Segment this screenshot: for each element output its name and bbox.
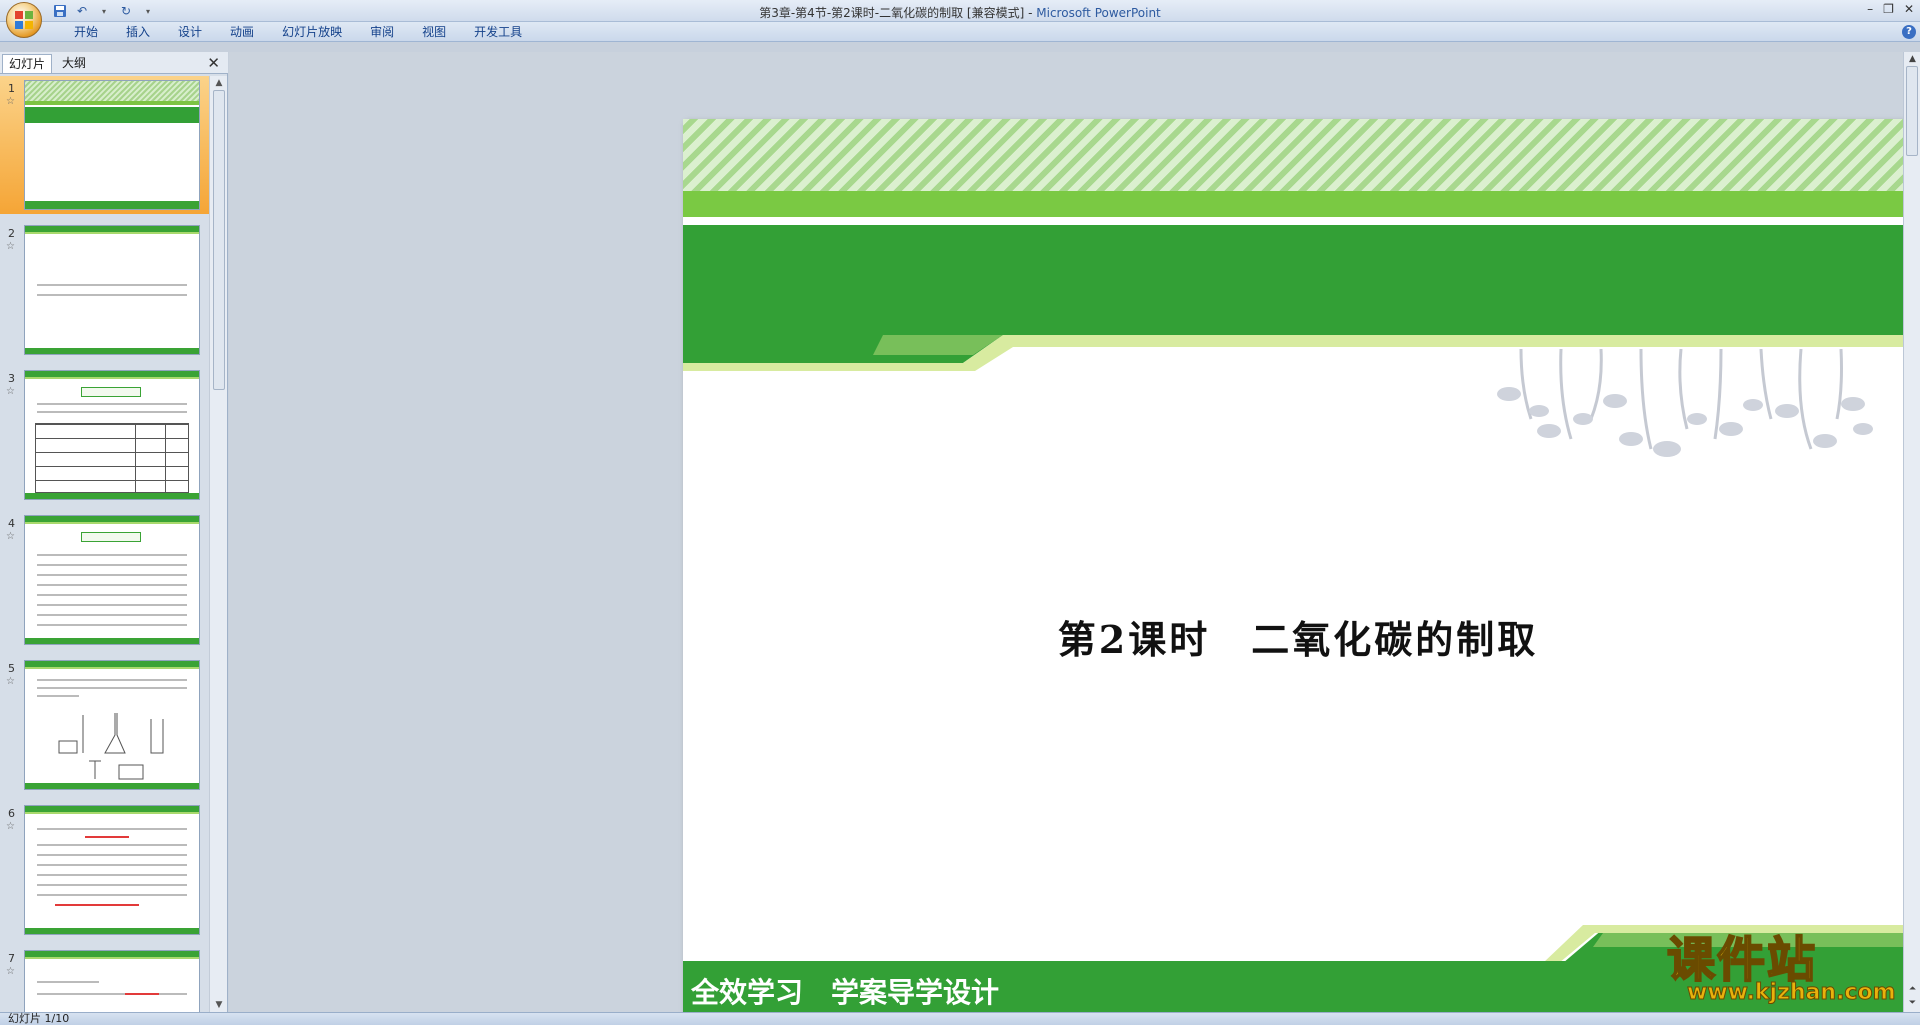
thumbnail-image xyxy=(24,805,200,935)
slide-thumbnail-7[interactable]: 7 ☆ xyxy=(0,946,210,1012)
slide-canvas: 第2课时 二氧化碳的制取 全效学习 学案导学设计 xyxy=(229,52,1913,1025)
ribbon: 开始 插入 设计 动画 幻灯片放映 审阅 视图 开发工具 ? xyxy=(0,22,1920,42)
slide-thumbnail-5[interactable]: 5 ☆ xyxy=(0,656,210,794)
slide-thumbnail-6[interactable]: 6 ☆ xyxy=(0,801,210,939)
status-bar: 幻灯片 1/10 xyxy=(0,1012,1920,1025)
ribbon-tabs: 开始 插入 设计 动画 幻灯片放映 审阅 视图 开发工具 xyxy=(60,24,536,40)
thumbnail-image xyxy=(24,370,200,500)
animation-star-icon: ☆ xyxy=(6,531,15,542)
close-icon[interactable]: ✕ xyxy=(207,54,220,72)
next-slide-icon[interactable]: ⏷ xyxy=(1904,998,1920,1008)
pane-tabs: 幻灯片 大纲 ✕ xyxy=(0,52,228,74)
close-icon[interactable]: ✕ xyxy=(1904,2,1914,16)
slide-number: 4 xyxy=(8,517,15,530)
thumbnail-list: 1 ☆ 2 ☆ 3 ☆ 4 ☆ 5 ☆ 6 ☆ 7 ☆ xyxy=(0,76,210,1012)
slide-number: 5 xyxy=(8,662,15,675)
watermark-logo: 课件站 www.kjzhan.com xyxy=(1666,920,1902,1010)
document-title: 第3章-第4节-第2课时-二氧化碳的制取 [兼容模式] xyxy=(759,6,1025,20)
slides-pane: 幻灯片 大纲 ✕ 1 ☆ 2 ☆ 3 ☆ 4 ☆ 5 ☆ 6 ☆ 7 ☆ ▲ ▼ xyxy=(0,52,228,1012)
previous-slide-icon[interactable]: ⏶ xyxy=(1904,984,1920,994)
tab-view[interactable]: 视图 xyxy=(408,24,460,40)
slide-number: 7 xyxy=(8,952,15,965)
title-bar: ↶ ▾ ↻ ▾ 第3章-第4节-第2课时-二氧化碳的制取 [兼容模式] - Mi… xyxy=(0,0,1920,22)
tab-developer[interactable]: 开发工具 xyxy=(460,24,536,40)
slide-number: 6 xyxy=(8,807,15,820)
animation-star-icon: ☆ xyxy=(6,96,15,107)
tab-slide-show[interactable]: 幻灯片放映 xyxy=(268,24,356,40)
slide-scrollbar[interactable]: ▲ ⏶ ⏷ xyxy=(1903,52,1920,1012)
current-slide[interactable]: 第2课时 二氧化碳的制取 全效学习 学案导学设计 xyxy=(683,119,1913,1025)
animation-star-icon: ☆ xyxy=(6,386,15,397)
slide-thumbnail-3[interactable]: 3 ☆ xyxy=(0,366,210,504)
app-name: Microsoft PowerPoint xyxy=(1036,6,1161,20)
scroll-thumb[interactable] xyxy=(213,90,225,390)
header-hatch-decoration xyxy=(683,119,1913,191)
window-controls: – ❐ ✕ xyxy=(1867,2,1914,16)
scroll-thumb[interactable] xyxy=(1906,66,1918,156)
animation-star-icon: ☆ xyxy=(6,676,15,687)
restore-icon[interactable]: ❐ xyxy=(1883,2,1894,16)
header-light-band xyxy=(683,191,1913,221)
minimize-icon[interactable]: – xyxy=(1867,2,1873,16)
slide-number: 2 xyxy=(8,227,15,240)
slide-thumbnail-2[interactable]: 2 ☆ xyxy=(0,221,210,359)
thumbnail-image xyxy=(24,225,200,355)
scroll-down-icon[interactable]: ▼ xyxy=(210,1000,228,1010)
help-icon[interactable]: ? xyxy=(1902,25,1916,39)
slide-number: 1 xyxy=(8,82,15,95)
animation-star-icon: ☆ xyxy=(6,821,15,832)
vine-decoration xyxy=(1497,349,1873,457)
scroll-up-icon[interactable]: ▲ xyxy=(1904,54,1920,64)
tab-design[interactable]: 设计 xyxy=(164,24,216,40)
slide-thumbnail-4[interactable]: 4 ☆ xyxy=(0,511,210,649)
thumbnail-image xyxy=(24,950,200,1012)
tab-insert[interactable]: 插入 xyxy=(112,24,164,40)
animation-star-icon: ☆ xyxy=(6,241,15,252)
watermark-url: www.kjzhan.com xyxy=(1687,980,1897,1006)
window-title: 第3章-第4节-第2课时-二氧化碳的制取 [兼容模式] - Microsoft … xyxy=(0,4,1920,21)
title-separator: - xyxy=(1024,6,1037,20)
office-logo-icon xyxy=(15,11,33,29)
slide-number: 3 xyxy=(8,372,15,385)
slide-footer-text[interactable]: 全效学习 学案导学设计 xyxy=(691,971,999,1011)
animation-star-icon: ☆ xyxy=(6,966,15,977)
tab-animations[interactable]: 动画 xyxy=(216,24,268,40)
tab-slides[interactable]: 幻灯片 xyxy=(2,54,53,73)
slide-title[interactable]: 第2课时 二氧化碳的制取 xyxy=(683,609,1913,664)
thumbnail-image xyxy=(24,80,200,210)
tab-review[interactable]: 审阅 xyxy=(356,24,408,40)
tab-outline[interactable]: 大纲 xyxy=(56,54,92,73)
scroll-up-icon[interactable]: ▲ xyxy=(210,78,228,88)
tab-home[interactable]: 开始 xyxy=(60,24,112,40)
slide-counter: 幻灯片 1/10 xyxy=(8,1012,70,1025)
thumbnail-image xyxy=(24,515,200,645)
office-button[interactable] xyxy=(6,2,42,38)
slide-thumbnail-1[interactable]: 1 ☆ xyxy=(0,76,210,214)
thumbnail-image xyxy=(24,660,200,790)
pane-scrollbar[interactable]: ▲ ▼ xyxy=(209,76,227,1012)
